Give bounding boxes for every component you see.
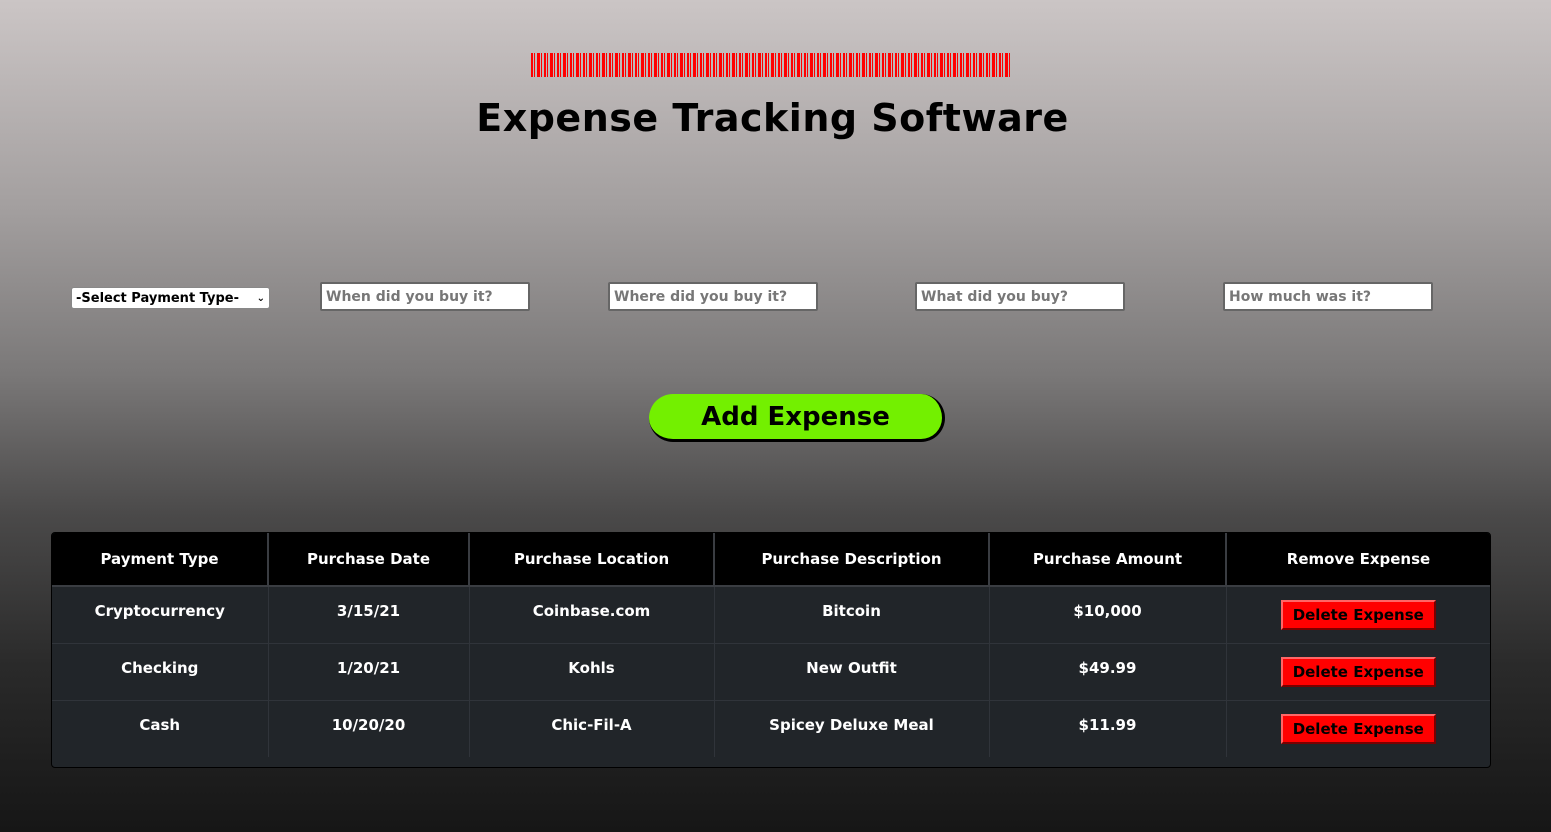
table-header-row: Payment Type Purchase Date Purchase Loca… (52, 533, 1490, 587)
cell-purchase-location: Kohls (468, 642, 715, 701)
payment-type-selected-value: -Select Payment Type- (76, 290, 239, 306)
table-row: Checking 1/20/21 Kohls New Outfit $49.99… (52, 642, 1490, 701)
cell-payment-type: Checking (52, 642, 269, 701)
purchase-amount-input[interactable] (1223, 282, 1433, 311)
cell-purchase-date: 1/20/21 (267, 642, 470, 701)
header-payment-type: Payment Type (52, 533, 269, 587)
cell-purchase-amount: $11.99 (988, 699, 1227, 757)
cell-remove-expense: Delete Expense (1225, 699, 1490, 757)
purchase-location-input[interactable] (608, 282, 818, 311)
cell-purchase-date: 3/15/21 (267, 585, 470, 644)
cell-remove-expense: Delete Expense (1225, 585, 1490, 644)
page-title: Expense Tracking Software (476, 96, 1069, 140)
delete-expense-button[interactable]: Delete Expense (1280, 656, 1436, 687)
purchase-description-input[interactable] (915, 282, 1125, 311)
chevron-down-icon: ⌄ (256, 292, 265, 304)
table-row: Cryptocurrency 3/15/21 Coinbase.com Bitc… (52, 585, 1490, 644)
cell-purchase-amount: $49.99 (988, 642, 1227, 701)
header-purchase-location: Purchase Location (468, 533, 715, 587)
cell-purchase-description: Spicey Deluxe Meal (713, 699, 990, 757)
cell-purchase-location: Coinbase.com (468, 585, 715, 644)
purchase-date-input[interactable] (320, 282, 530, 311)
barcode-banner (531, 53, 1011, 77)
header-purchase-amount: Purchase Amount (988, 533, 1227, 587)
add-expense-button[interactable]: Add Expense (649, 394, 945, 442)
cell-purchase-location: Chic-Fil-A (468, 699, 715, 757)
cell-purchase-description: New Outfit (713, 642, 990, 701)
delete-expense-button[interactable]: Delete Expense (1280, 713, 1436, 744)
header-purchase-date: Purchase Date (267, 533, 470, 587)
cell-purchase-date: 10/20/20 (267, 699, 470, 757)
expense-table: Payment Type Purchase Date Purchase Loca… (51, 532, 1491, 768)
payment-type-select[interactable]: -Select Payment Type- ⌄ (71, 287, 270, 309)
header-remove-expense: Remove Expense (1225, 533, 1490, 587)
cell-purchase-description: Bitcoin (713, 585, 990, 644)
cell-purchase-amount: $10,000 (988, 585, 1227, 644)
delete-expense-button[interactable]: Delete Expense (1280, 600, 1436, 630)
cell-payment-type: Cash (52, 699, 269, 757)
table-row: Cash 10/20/20 Chic-Fil-A Spicey Deluxe M… (52, 699, 1490, 757)
cell-remove-expense: Delete Expense (1225, 642, 1490, 701)
header-purchase-description: Purchase Description (713, 533, 990, 587)
cell-payment-type: Cryptocurrency (52, 585, 269, 644)
